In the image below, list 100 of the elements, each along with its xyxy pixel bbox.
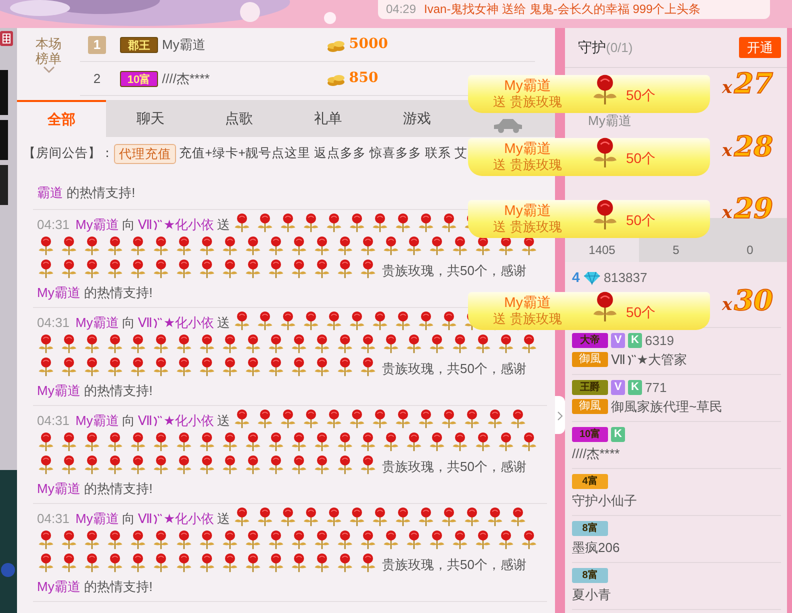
message-text: 的热情支持! — [84, 481, 153, 496]
rose-icon — [336, 530, 354, 550]
user-link[interactable]: My霸道 — [76, 511, 119, 526]
rose-icon — [302, 213, 320, 233]
recharge-button[interactable]: 代理充值 — [114, 144, 176, 164]
rose-icon — [129, 236, 147, 256]
message-text: 向 — [122, 217, 135, 232]
rose-icon — [405, 432, 423, 452]
rose-icon — [106, 432, 124, 452]
rose-icon — [256, 311, 274, 331]
rose-icon — [83, 334, 101, 354]
message-text: 的热情支持! — [84, 579, 153, 594]
user-link[interactable]: Ⅶ ★化小依 — [138, 217, 214, 232]
user-link[interactable]: My霸道 — [37, 481, 80, 496]
rose-icon — [106, 553, 124, 573]
user-tag: V — [611, 380, 625, 395]
user-id: 813837 — [604, 268, 648, 287]
rose-icon — [405, 334, 423, 354]
expand-handle[interactable] — [555, 396, 565, 434]
rose-icon — [279, 213, 298, 233]
user-link[interactable]: Ⅶ ★化小依 — [138, 315, 214, 330]
user-link[interactable]: Ⅶ ★化小依 — [138, 511, 214, 526]
user-link[interactable]: My霸道 — [76, 413, 119, 428]
rose-icon — [152, 259, 170, 279]
user-link[interactable]: My霸道 — [76, 315, 119, 330]
diamond-icon — [582, 270, 601, 284]
message-text: 送 — [217, 217, 230, 232]
rose-icon — [279, 311, 298, 331]
rose-icon — [336, 236, 354, 256]
rose-icon — [198, 530, 216, 550]
user-name[interactable]: ////杰**** — [572, 444, 620, 464]
message-time: 04:31 — [37, 217, 70, 232]
rose-icon — [129, 553, 147, 573]
rose-icon — [394, 507, 412, 527]
user-link[interactable]: My霸道 — [37, 579, 80, 594]
squiggle-icon — [153, 513, 162, 525]
guard-count: (0/1) — [606, 40, 633, 55]
rose-icon — [37, 455, 55, 475]
squiggle-icon — [153, 219, 162, 231]
rose-icon — [382, 236, 400, 256]
rose-icon — [382, 530, 400, 550]
rose-icon — [313, 259, 331, 279]
rose-icon — [451, 530, 469, 550]
tab[interactable]: 礼单 — [284, 100, 372, 137]
tab[interactable]: 游戏 — [372, 100, 462, 137]
rose-icon — [428, 432, 446, 452]
tab[interactable]: 全部 — [17, 100, 106, 137]
rose-icon — [302, 507, 320, 527]
rose-icon — [290, 432, 308, 452]
user-link[interactable]: 霸道 — [37, 185, 63, 200]
rose-icon — [37, 236, 55, 256]
rose-icon — [83, 432, 101, 452]
user-name[interactable]: 守护小仙子 — [572, 490, 637, 510]
chevron-down-icon — [42, 66, 54, 74]
rose-icon — [175, 334, 193, 354]
user-name[interactable]: 墨疯206 — [572, 538, 620, 558]
rose-icon — [60, 236, 78, 256]
rose-icon — [129, 455, 147, 475]
rose-icon — [463, 409, 482, 429]
rose-icon — [440, 507, 458, 527]
stat-tab[interactable]: 0 — [713, 218, 787, 262]
user-link[interactable]: My霸道 — [37, 383, 80, 398]
rose-icon — [175, 553, 193, 573]
rose-icon — [440, 409, 458, 429]
user-link[interactable]: My霸道 — [76, 217, 119, 232]
rose-icon — [244, 236, 262, 256]
rose-icon — [359, 553, 377, 573]
rose-icon — [336, 334, 354, 354]
rose-icon — [359, 334, 377, 354]
level-badge: 8富 — [572, 521, 608, 536]
rose-icon — [106, 236, 124, 256]
gift-action: 送 贵族玫瑰 — [492, 219, 563, 234]
rose-icon — [497, 530, 515, 550]
rose-icon — [474, 432, 492, 452]
chevron-right-icon — [557, 410, 563, 421]
sender-name: My霸道 — [503, 141, 552, 156]
user-name[interactable]: 夏小青 — [572, 584, 611, 604]
rose-icon — [509, 409, 528, 429]
rose-icon — [37, 530, 55, 550]
open-button[interactable]: 开通 — [739, 36, 781, 58]
rose-icon — [428, 236, 446, 256]
rose-icon — [175, 357, 193, 377]
rose-icon — [83, 259, 101, 279]
message-time: 04:31 — [37, 511, 70, 526]
user-name[interactable]: Ⅶ ★大管家 — [611, 350, 688, 370]
rose-icon — [221, 236, 239, 256]
tab[interactable]: 点歌 — [194, 100, 284, 137]
user-name: ////杰**** — [162, 70, 211, 88]
guard-title: 守护 — [578, 39, 606, 55]
user-link[interactable]: My霸道 — [37, 285, 80, 300]
rose-icon — [221, 432, 239, 452]
rose-icon — [290, 259, 308, 279]
rose-icon — [152, 334, 170, 354]
user-name[interactable]: 御風家族代理~草民 — [611, 396, 723, 416]
combo-count: x28 — [722, 132, 774, 165]
rose-icon — [83, 530, 101, 550]
user-link[interactable]: Ⅶ ★化小依 — [138, 413, 214, 428]
tab[interactable]: 聊天 — [106, 100, 195, 137]
message-time: 04:31 — [37, 413, 70, 428]
announcement-label: 【房间公告】： — [23, 145, 114, 162]
